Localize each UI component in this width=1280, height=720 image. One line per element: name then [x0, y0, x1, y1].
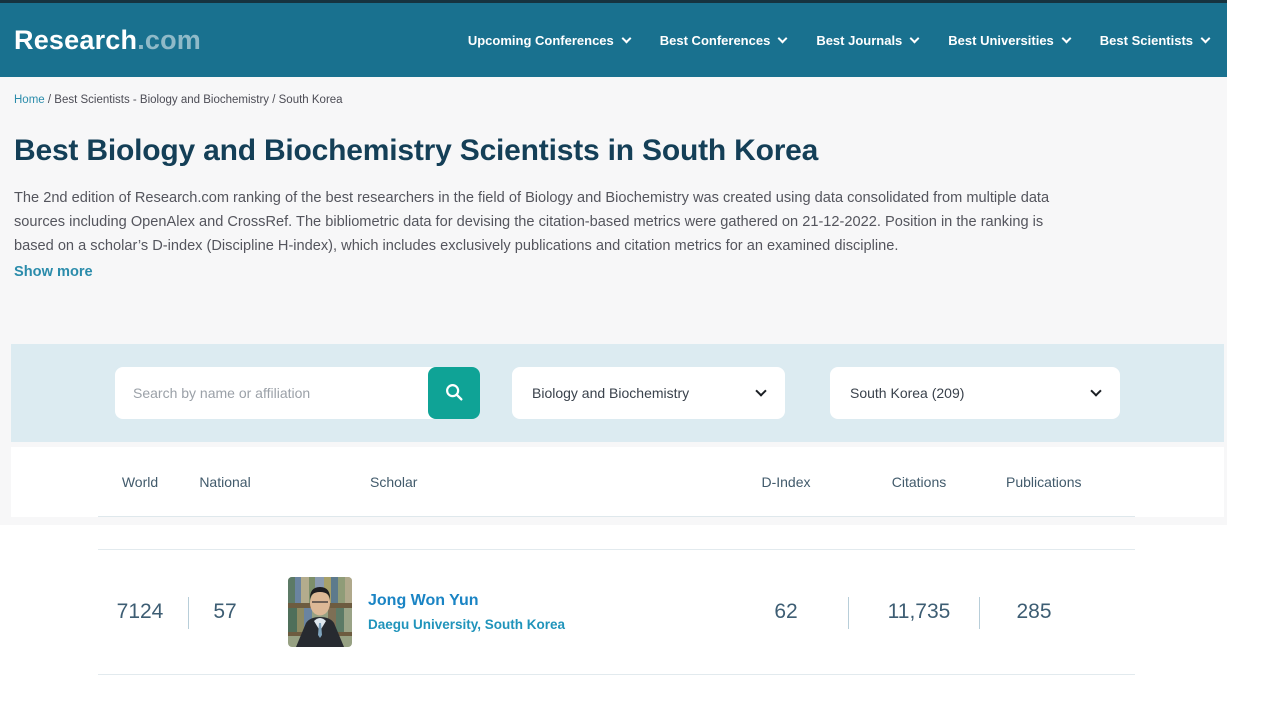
page-title: Best Biology and Biochemistry Scientists…: [14, 132, 1227, 170]
scholar-list: 7124 57: [0, 549, 1280, 675]
breadcrumb-home-link[interactable]: Home: [14, 94, 45, 106]
chevron-down-icon: [755, 385, 766, 396]
nav-upcoming-conferences[interactable]: Upcoming Conferences: [468, 33, 630, 48]
search-box: [115, 367, 480, 419]
nav-label: Best Journals: [816, 33, 902, 48]
page-body: Home / Best Scientists - Biology and Bio…: [0, 77, 1227, 525]
nav-best-universities[interactable]: Best Universities: [948, 33, 1070, 48]
column-header-world: World: [98, 474, 182, 490]
nav-label: Best Conferences: [660, 33, 771, 48]
scholar-photo[interactable]: [288, 577, 352, 647]
chevron-down-icon: [910, 33, 920, 43]
discipline-select[interactable]: Biology and Biochemistry: [512, 367, 785, 419]
chevron-down-icon: [1090, 385, 1101, 396]
table-row: 7124 57: [98, 549, 1135, 675]
nav-label: Best Universities: [948, 33, 1054, 48]
breadcrumb-section: Best Scientists - Biology and Biochemist…: [54, 94, 269, 106]
nav-best-conferences[interactable]: Best Conferences: [660, 33, 787, 48]
page-description: The 2nd edition of Research.com ranking …: [14, 186, 1227, 258]
chevron-down-icon: [778, 33, 788, 43]
logo-tld: .com: [137, 25, 201, 55]
chevron-down-icon: [1061, 33, 1071, 43]
row-divider: [848, 597, 849, 629]
column-header-national: National: [182, 474, 268, 490]
nav-best-journals[interactable]: Best Journals: [816, 33, 918, 48]
scholar-name-link[interactable]: Jong Won Yun: [368, 591, 565, 611]
d-index-value: 62: [740, 600, 832, 624]
top-navigation-bar: Research.com Upcoming Conferences Best C…: [0, 0, 1227, 77]
description-line: The 2nd edition of Research.com ranking …: [14, 186, 1227, 210]
filter-panel: Biology and Biochemistry South Korea (20…: [11, 344, 1224, 442]
scholar-identity: Jong Won Yun Daegu University, South Kor…: [368, 591, 565, 633]
column-header-d-index: D-Index: [740, 474, 832, 490]
discipline-selected-value: Biology and Biochemistry: [532, 385, 689, 401]
column-header-citations: Citations: [832, 474, 1006, 490]
search-icon: [443, 381, 465, 406]
table-header-row: World National Scholar D-Index Citations…: [98, 447, 1135, 517]
nav-label: Upcoming Conferences: [468, 33, 614, 48]
search-input[interactable]: [115, 367, 480, 419]
research-com-logo[interactable]: Research.com: [14, 25, 201, 56]
country-select[interactable]: South Korea (209): [830, 367, 1120, 419]
show-more-link[interactable]: Show more: [14, 262, 93, 282]
breadcrumb: Home / Best Scientists - Biology and Bio…: [0, 77, 1227, 106]
breadcrumb-current: South Korea: [279, 94, 343, 106]
search-button[interactable]: [428, 367, 480, 419]
nav-label: Best Scientists: [1100, 33, 1193, 48]
description-line: based on a scholar’s D-index (Discipline…: [14, 234, 1227, 258]
row-divider: [979, 597, 980, 629]
column-header-publications: Publications: [1006, 474, 1098, 490]
breadcrumb-separator: /: [269, 94, 279, 106]
national-rank: 57: [182, 600, 268, 624]
chevron-down-icon: [621, 33, 631, 43]
description-line: sources including OpenAlex and CrossRef.…: [14, 210, 1227, 234]
scholar-affiliation-link[interactable]: Daegu University, South Korea: [368, 617, 565, 633]
scholar-cell: Jong Won Yun Daegu University, South Kor…: [268, 577, 740, 647]
main-nav: Upcoming Conferences Best Conferences Be…: [468, 33, 1209, 48]
nav-best-scientists[interactable]: Best Scientists: [1100, 33, 1209, 48]
world-rank: 7124: [98, 600, 182, 624]
table-header-card: World National Scholar D-Index Citations…: [11, 447, 1224, 517]
publications-value: 285: [1006, 600, 1098, 624]
chevron-down-icon: [1201, 33, 1211, 43]
country-selected-value: South Korea (209): [850, 385, 964, 401]
column-header-scholar: Scholar: [268, 474, 740, 490]
logo-research: Research: [14, 25, 137, 55]
row-divider: [188, 597, 189, 629]
